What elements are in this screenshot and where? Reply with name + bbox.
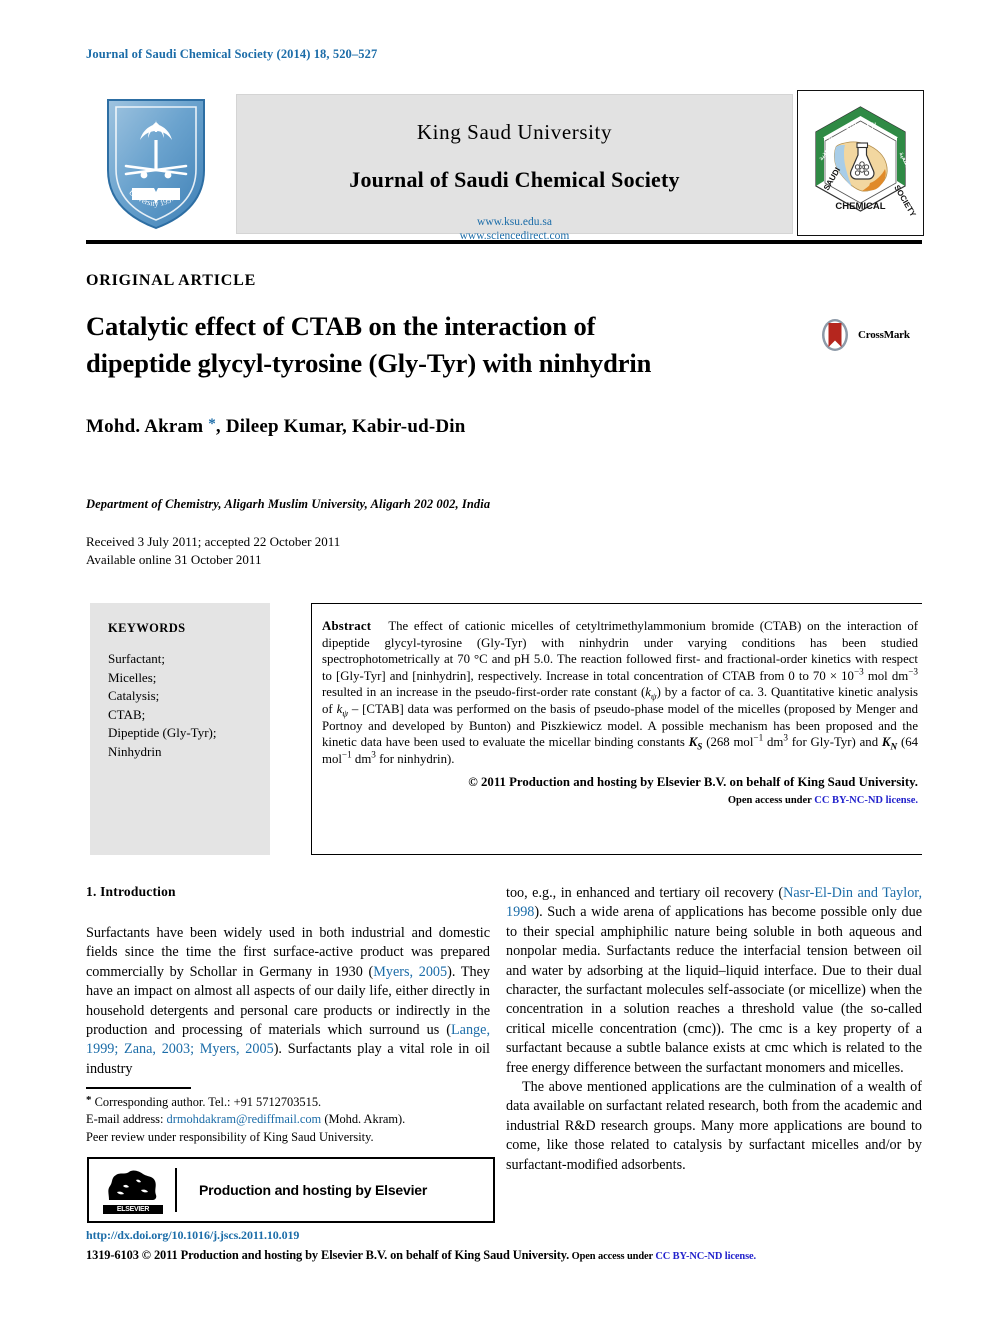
abstract-part-3: resulted in an increase in the pseudo-fi… — [322, 685, 646, 700]
abstract-text: Abstract The effect of cationic micelles… — [322, 618, 918, 767]
abstract-left-rule — [311, 603, 312, 855]
university-name: King Saud University — [416, 120, 613, 144]
page-title: Catalytic effect of CTAB on the interact… — [86, 308, 786, 382]
abstract-K-S: KS — [688, 735, 703, 752]
available-online-date: Available online 31 October 2011 — [86, 551, 262, 567]
citation-myers-2005[interactable]: Myers, 2005 — [373, 964, 447, 980]
email-link[interactable]: drmohdakram@rediffmail.com — [167, 1112, 322, 1126]
footer-cc-license-link[interactable]: CC BY-NC-ND license. — [655, 1251, 756, 1262]
scs-word-chemical: CHEMICAL — [835, 201, 885, 212]
abstract-exp-2: −3 — [908, 666, 918, 677]
masthead-urls: www.ksu.edu.sa www.sciencedirect.com — [237, 215, 792, 243]
abstract-exp-1: −3 — [853, 666, 864, 677]
abstract-part-10: dm — [351, 751, 372, 766]
footnote-block: * Corresponding author. Tel.: +91 571270… — [86, 1092, 496, 1146]
intro-paragraph-left: Surfactants have been widely used in bot… — [86, 924, 490, 1079]
footnote-star-marker: * — [86, 1094, 92, 1106]
production-hosting-label: Production and hosting by Elsevier — [199, 1182, 428, 1198]
abstract-part-6: (268 mol — [702, 735, 754, 750]
keyword-item: Catalysis; — [108, 688, 160, 704]
corresponding-author-marker: * — [208, 416, 216, 432]
cc-license-link[interactable]: CC BY-NC-ND license. — [814, 795, 918, 806]
abstract-part-1: The effect of cationic micelles of cetyl… — [322, 619, 918, 683]
intro-paragraph-right-2: The above mentioned applications are the… — [506, 1079, 922, 1173]
abstract-part-8: for Gly-Tyr) and — [787, 735, 882, 750]
production-hosting-box: ELSEVIER Production and hosting by Elsev… — [87, 1157, 495, 1223]
keywords-box: KEYWORDS Surfactant; Micelles; Catalysis… — [90, 603, 270, 855]
abstract-k-psi-1: kψ — [645, 685, 657, 702]
footnote-email-label: E-mail address: — [86, 1112, 164, 1127]
issn-copyright-line: 1319-6103 © 2011 Production and hosting … — [86, 1248, 756, 1263]
article-type-label: ORIGINAL ARTICLE — [86, 272, 257, 289]
journal-masthead: University 1957 King Saud University Jou… — [86, 88, 924, 242]
introduction-left-column: 1. Introduction Surfactants have been wi… — [86, 884, 490, 1079]
abstract-exp-5: −1 — [341, 749, 352, 760]
keyword-item: Dipeptide (Gly-Tyr); — [108, 725, 217, 741]
abstract-K-N: KN — [881, 735, 898, 752]
abstract-k-psi-2: kψ — [336, 701, 348, 719]
crossmark-badge[interactable]: CrossMark — [818, 315, 922, 355]
footnote-peer-review: Peer review under responsibility of King… — [86, 1129, 374, 1144]
elsevier-wordmark: ELSEVIER — [103, 1205, 163, 1214]
keyword-item: Micelles; — [108, 669, 157, 685]
saudi-chemical-society-logo-container: الكيميائية السعودية الجمعية SAUDI SOCIET… — [797, 90, 924, 236]
footnote-separator-rule — [86, 1087, 191, 1089]
keyword-item: CTAB; — [108, 706, 146, 722]
crossmark-icon — [822, 319, 848, 351]
masthead-center-panel: King Saud University Journal of Saudi Ch… — [236, 94, 793, 242]
keywords-list: Surfactant; Micelles; Catalysis; CTAB; D… — [108, 650, 254, 762]
abstract-part-11: for ninhydrin). — [375, 751, 455, 766]
footnote-email-suffix: (Mohd. Akram). — [324, 1112, 406, 1127]
article-history: Received 3 July 2011; accepted 22 Octobe… — [86, 533, 340, 568]
footer-open-access-prefix: Open access under — [569, 1251, 656, 1262]
abstract-part-2: mol dm — [863, 668, 909, 683]
elsevier-tree-logo-icon: ELSEVIER — [103, 1166, 163, 1214]
article-title-line-2: dipeptide glycyl-tyrosine (Gly-Tyr) with… — [86, 348, 652, 378]
footnote-email-line: E-mail address: drmohdakram@rediffmail.c… — [86, 1111, 496, 1128]
paper-page: Journal of Saudi Chemical Society (2014)… — [0, 0, 992, 1323]
journal-name: Journal of Saudi Chemical Society — [349, 167, 680, 192]
author-list: Mohd. Akram *, Dileep Kumar, Kabir-ud-Di… — [86, 416, 466, 438]
abstract-exp-3: −1 — [753, 732, 764, 743]
intro-right-text-a: too, e.g., in enhanced and tertiary oil … — [506, 885, 784, 901]
intro-right-text-b: ). Such a wide arena of applications has… — [506, 904, 922, 1076]
saudi-chemical-society-emblem-icon: الكيميائية السعودية الجمعية SAUDI SOCIET… — [815, 106, 918, 219]
intro-paragraph-right-1: too, e.g., in enhanced and tertiary oil … — [506, 884, 922, 1078]
keywords-heading: KEYWORDS — [108, 621, 186, 635]
issn-main-text: 1319-6103 © 2011 Production and hosting … — [86, 1248, 570, 1262]
footnote-corresponding-author: * Corresponding author. Tel.: +91 571270… — [86, 1092, 496, 1111]
open-access-prefix: Open access under — [727, 794, 815, 806]
received-date: Received 3 July 2011; accepted 22 Octobe… — [86, 534, 341, 549]
elsevier-box-divider — [175, 1168, 177, 1212]
crossmark-label: CrossMark — [858, 329, 910, 341]
footnote-corresponding-text: Corresponding author. Tel.: +91 57127035… — [94, 1095, 322, 1109]
author-names: Mohd. Akram *, Dileep Kumar, Kabir-ud-Di… — [86, 416, 466, 437]
keyword-item: Ninhydrin — [108, 743, 162, 759]
arabic-label-top: الكيميائية — [845, 122, 877, 132]
abstract-bottom-rule — [311, 854, 922, 855]
abstract-label: Abstract — [322, 619, 372, 633]
section-heading-introduction: 1. Introduction — [86, 884, 176, 899]
king-saud-university-shield-icon: University 1957 — [107, 99, 205, 230]
masthead-bottom-rule — [86, 240, 922, 244]
article-title-line-1: Catalytic effect of CTAB on the interact… — [86, 311, 596, 341]
doi-link-text[interactable]: http://dx.doi.org/10.1016/j.jscs.2011.10… — [86, 1228, 299, 1243]
affiliation: Department of Chemistry, Aligarh Muslim … — [86, 497, 491, 511]
abstract-open-access: Open access under CC BY-NC-ND license. — [322, 793, 918, 810]
keyword-item: Surfactant; — [108, 651, 166, 666]
king-saud-university-logo-container: University 1957 — [86, 88, 226, 236]
doi-value: http://dx.doi.org/10.1016/j.jscs.2011.10… — [86, 1228, 300, 1242]
abstract-part-7: dm — [763, 735, 784, 750]
link-ksu-edu-sa[interactable]: www.ksu.edu.sa — [477, 216, 552, 228]
abstract-top-rule — [311, 603, 922, 604]
running-head: Journal of Saudi Chemical Society (2014)… — [86, 47, 378, 61]
scs-word-society: SOCIETY — [892, 184, 918, 219]
abstract-copyright: © 2011 Production and hosting by Elsevie… — [468, 775, 918, 790]
introduction-right-column: too, e.g., in enhanced and tertiary oil … — [506, 884, 922, 1175]
abstract-block: Abstract The effect of cationic micelles… — [322, 618, 918, 810]
